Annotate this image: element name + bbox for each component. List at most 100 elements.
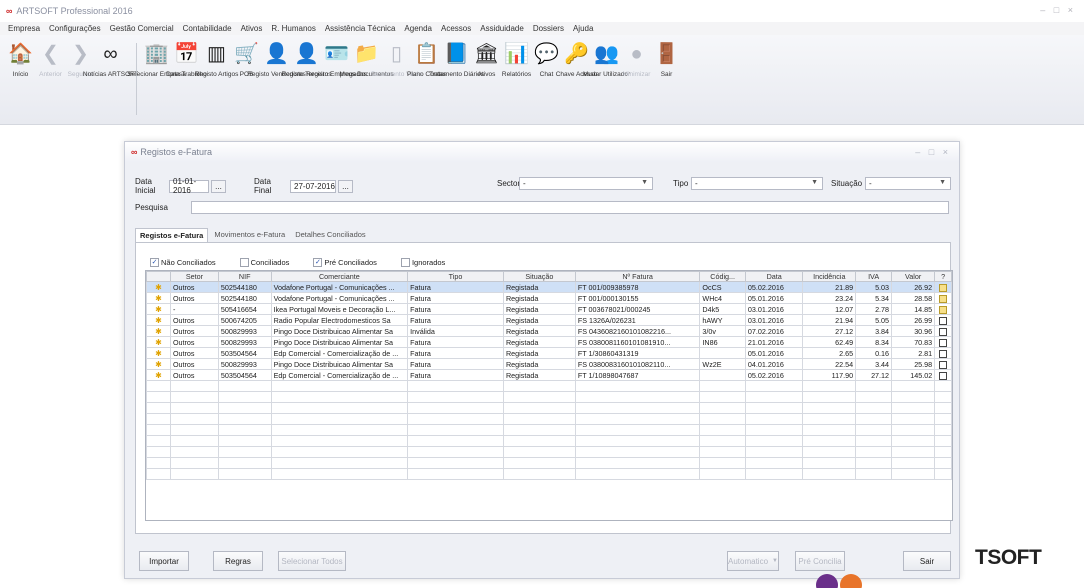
- ribbon-group: 🏢 Selecionar Empresa 📅 Data Trabalho ▥ Regist…: [127, 41, 682, 117]
- checkbox-box[interactable]: [400, 258, 410, 267]
- sector-select[interactable]: - ▼: [519, 177, 653, 190]
- table-row[interactable]: ✱ Outros 500829993 Pingo Doce Distribuicao …: [146, 336, 952, 348]
- app-window-controls[interactable]: – □ ×: [1040, 5, 1076, 15]
- row-document-cell[interactable]: [934, 281, 952, 293]
- menu-item-ajuda[interactable]: Ajuda: [573, 24, 593, 33]
- table-row[interactable]: ✱ Outros 503504564 Edp Comercial - Comercia…: [146, 347, 952, 359]
- menu-item-r-humanos[interactable]: R. Humanos: [271, 24, 315, 33]
- selecionar-todos-button[interactable]: Selecionar Todos: [278, 551, 346, 571]
- data-inicial-picker-button[interactable]: ...: [211, 179, 226, 193]
- table-row[interactable]: ✱ Outros 500829993 Pingo Doce Distribuicao …: [146, 358, 952, 370]
- column-header[interactable]: Incidência: [802, 271, 857, 282]
- row-document-cell[interactable]: [934, 292, 952, 304]
- data-final-field[interactable]: 27-07-2016: [290, 179, 336, 193]
- regras-button[interactable]: Regras: [213, 551, 263, 571]
- row-document-cell[interactable]: [934, 303, 952, 315]
- column-header[interactable]: Setor: [169, 271, 219, 282]
- situacao-select[interactable]: - ▼: [865, 177, 951, 190]
- checkbox-box[interactable]: ✓: [150, 258, 159, 267]
- dialog-window-controls[interactable]: – □ ×: [915, 147, 951, 157]
- tipo-select[interactable]: - ▼: [691, 177, 823, 190]
- column-header[interactable]: NIF: [217, 271, 272, 282]
- menu-item-acessos[interactable]: Acessos: [441, 24, 471, 33]
- ribbon-button-tratamento-di-rios[interactable]: 📘 Tratamento Diários: [429, 41, 484, 78]
- checkbox-box[interactable]: ✓: [313, 258, 323, 267]
- row-document-cell[interactable]: [934, 336, 952, 348]
- empty-table-row: [146, 402, 952, 414]
- checkbox-conciliados[interactable]: Conciliados: [239, 258, 290, 267]
- menu-item-assist-ncia-t-cnica[interactable]: Assistência Técnica: [325, 24, 396, 33]
- empty-cell: [744, 402, 804, 414]
- row-document-cell[interactable]: [934, 358, 952, 370]
- document-icon[interactable]: [939, 338, 948, 347]
- empty-cell: [744, 435, 804, 447]
- document-icon[interactable]: [939, 316, 948, 325]
- table-row[interactable]: ✱ Outros 500829993 Pingo Doce Distribuicao …: [146, 325, 952, 337]
- ribbon-button-ativos[interactable]: 🏛 Ativos: [472, 41, 501, 78]
- tab-movimentos-e-fatura[interactable]: Movimentos e-Fatura: [210, 228, 289, 242]
- table-row[interactable]: ✱ -505416654 Ikea Portugal Moveis e Decora…: [146, 303, 952, 315]
- column-header[interactable]: Nº Fatura: [574, 271, 701, 282]
- column-header[interactable]: Comerciante: [270, 271, 409, 282]
- tab-registos-e-fatura[interactable]: Registos e-Fatura: [135, 228, 209, 242]
- menu-item-assiduidade[interactable]: Assiduidade: [480, 24, 524, 33]
- menu-item-configura-es[interactable]: Configurações: [49, 24, 101, 33]
- menu-item-ativos[interactable]: Ativos: [241, 24, 263, 33]
- document-icon[interactable]: [939, 371, 948, 380]
- ribbon-button-in-cio[interactable]: 🏠 Início: [6, 41, 35, 78]
- empty-cell: [699, 457, 746, 469]
- checkbox-ignorados[interactable]: Ignorados: [400, 258, 445, 267]
- pre-concilia-button[interactable]: Pré Concilia: [795, 551, 845, 571]
- menu-item-contabilidade[interactable]: Contabilidade: [183, 24, 232, 33]
- column-header[interactable]: [146, 271, 171, 282]
- document-icon[interactable]: [939, 349, 948, 358]
- row-document-cell[interactable]: [934, 369, 952, 381]
- menu-item-dossiers[interactable]: Dossiers: [533, 24, 564, 33]
- column-header[interactable]: Data: [744, 271, 804, 282]
- ribbon-button-mudar-utilizador[interactable]: 👥 Mudar Utilizador: [583, 41, 630, 78]
- menu-item-gest-o-comercial[interactable]: Gestão Comercial: [110, 24, 174, 33]
- column-header[interactable]: ?: [934, 271, 952, 282]
- column-header[interactable]: Situação: [502, 271, 576, 282]
- column-header[interactable]: Tipo: [407, 271, 504, 282]
- checkbox-box[interactable]: [239, 258, 249, 267]
- table-row[interactable]: ✱ Outros 503504564 Edp Comercial - Comercia…: [146, 369, 952, 381]
- ribbon-button-sair[interactable]: 🚪 Sair: [652, 41, 681, 78]
- empty-cell: [270, 413, 409, 425]
- table-row[interactable]: ✱ Outros 502544180 Vodafone Portugal - Comu…: [146, 292, 952, 304]
- cell-data: 05.02.2016: [744, 369, 804, 381]
- ribbon-button-not-cias-artsoft[interactable]: ∞ Notícias ARTSOFT: [83, 41, 138, 78]
- menu-item-agenda[interactable]: Agenda: [404, 24, 432, 33]
- table-row[interactable]: ✱ Outros 502544180 Vodafone Portugal - Comu…: [146, 281, 952, 293]
- checkbox-label: Conciliados: [250, 258, 290, 267]
- ribbon-button-anterior[interactable]: ❮ Anterior: [36, 41, 65, 78]
- document-icon[interactable]: [939, 283, 948, 292]
- ribbon-button-registo-artigos[interactable]: ▥ Registo Artigos: [195, 41, 239, 78]
- document-icon[interactable]: [939, 294, 948, 303]
- row-document-cell[interactable]: [934, 347, 952, 359]
- automatico-button[interactable]: Automatico ▼: [727, 551, 779, 571]
- ribbon-button-minimizar[interactable]: ● Minimizar: [622, 41, 651, 78]
- document-icon[interactable]: [939, 305, 948, 314]
- menu-item-empresa[interactable]: Empresa: [8, 24, 40, 33]
- tab-detalhes-conciliados[interactable]: Detalhes Conciliados: [291, 228, 369, 242]
- row-document-cell[interactable]: [934, 325, 952, 337]
- sair-button[interactable]: Sair: [903, 551, 951, 571]
- row-document-cell[interactable]: [934, 314, 952, 326]
- column-header[interactable]: IVA: [855, 271, 893, 282]
- cell-fatura: FS 1326A/026231: [574, 314, 701, 326]
- document-icon[interactable]: [939, 327, 948, 336]
- column-header[interactable]: Códig...: [699, 271, 746, 282]
- empty-cell: [802, 424, 857, 436]
- checkbox-n-o-conciliados[interactable]: ✓ Não Conciliados: [150, 258, 216, 267]
- column-header[interactable]: Valor: [891, 271, 936, 282]
- data-final-picker-button[interactable]: ...: [338, 179, 353, 193]
- ribbon-button-relat-rios[interactable]: 📊 Relatórios: [502, 41, 531, 78]
- data-inicial-field[interactable]: 01-01-2016: [169, 177, 209, 195]
- document-icon[interactable]: [939, 360, 948, 369]
- checkbox-pr-conciliados[interactable]: ✓ Pré Conciliados: [313, 258, 377, 267]
- importar-button[interactable]: Importar: [139, 551, 189, 571]
- pesquisa-input[interactable]: [191, 201, 949, 214]
- table-row[interactable]: ✱ Outros 500674205 Radio Popular Electrodom…: [146, 314, 952, 326]
- empty-cell: [407, 402, 504, 414]
